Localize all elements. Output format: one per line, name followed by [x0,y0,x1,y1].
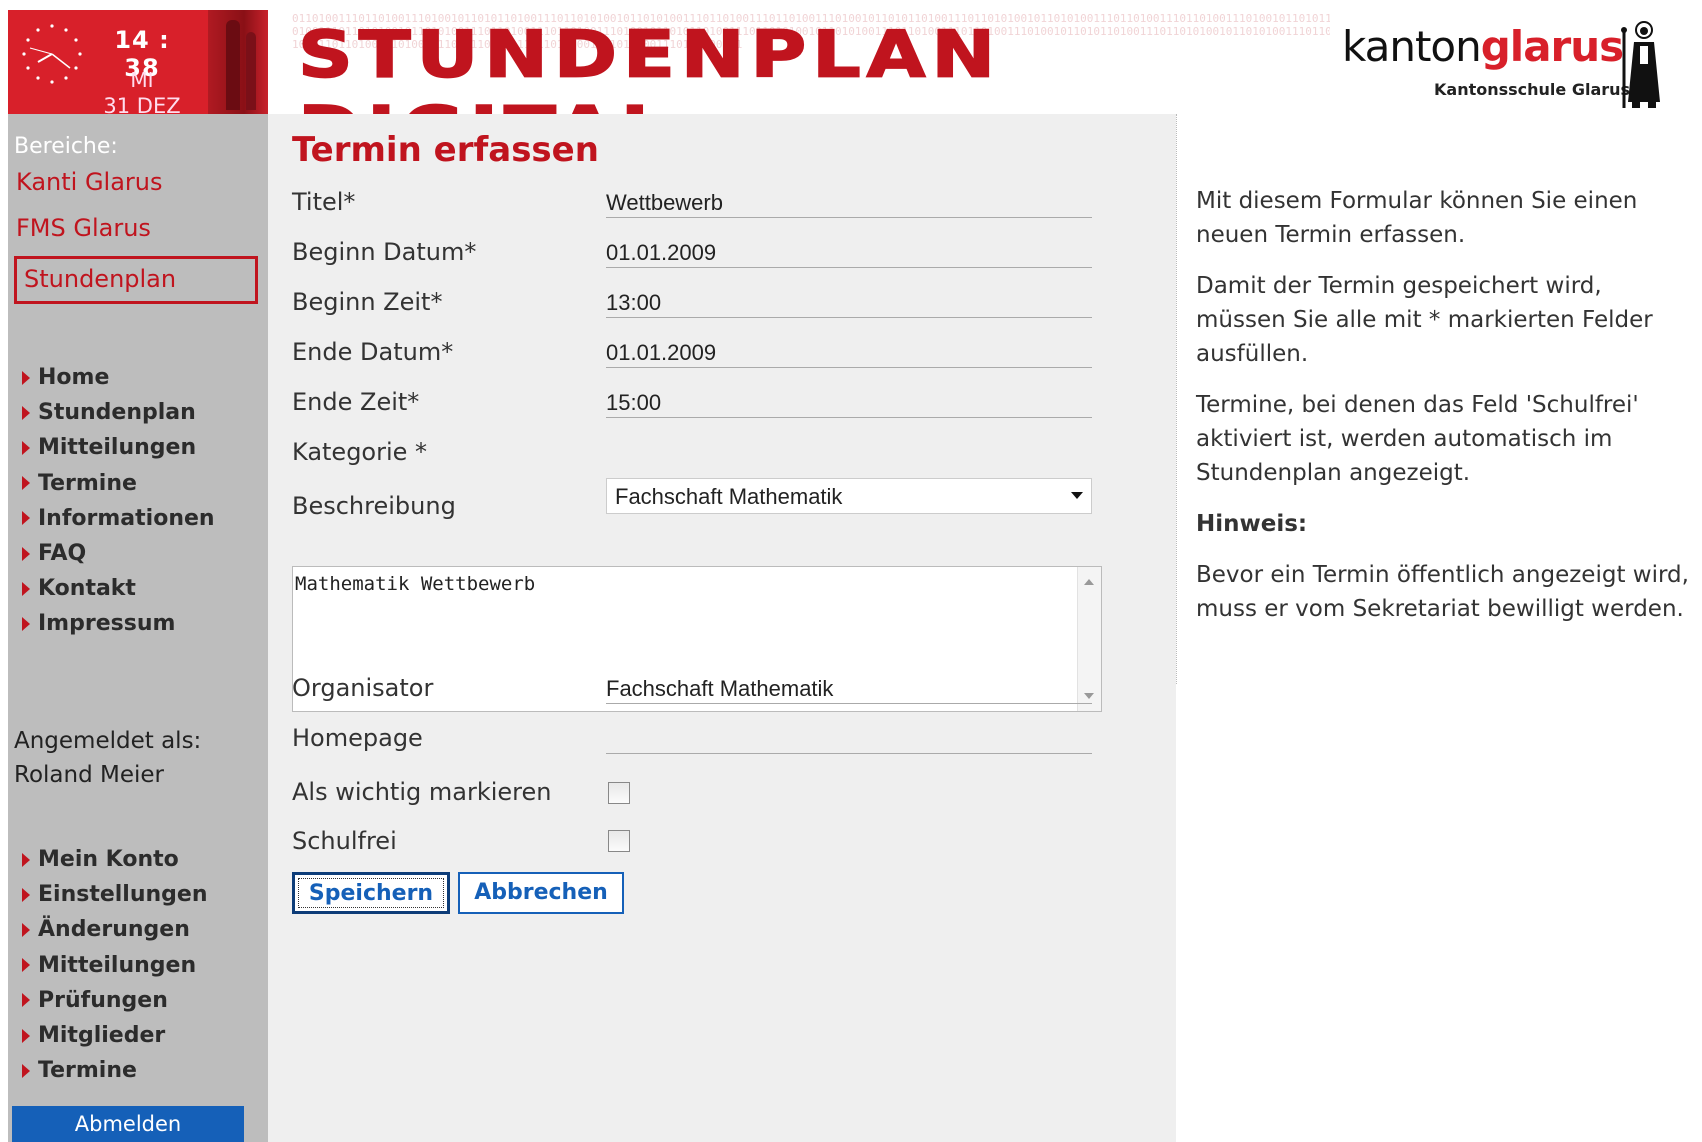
clock-day: MI [130,68,154,92]
nav-item-einstellungen[interactable]: Einstellungen [22,877,208,912]
kategorie-select[interactable]: Fachschaft Mathematik [606,478,1092,514]
user-name: Roland Meier [14,762,164,788]
nav-item-aenderungen[interactable]: Änderungen [22,912,208,947]
nav-item-faq[interactable]: FAQ [22,536,215,571]
ende-zeit-label: Ende Zeit* [292,388,420,416]
nav-item-kontakt[interactable]: Kontakt [22,571,215,606]
nav-item-pruefungen[interactable]: Prüfungen [22,983,208,1018]
main-nav: Home Stundenplan Mitteilungen Termine In… [22,360,215,642]
organisator-label: Organisator [292,674,434,702]
arrow-right-icon [22,581,30,596]
header: 14 : 38 MI 31 DEZ 0110100111011010011101… [0,0,1702,114]
arrow-right-icon [22,922,30,937]
help-paragraph-approval: Bevor ein Termin öffentlich angezeigt wi… [1196,562,1689,622]
homepage-label: Homepage [292,724,423,752]
organisator-field[interactable]: Fachschaft Mathematik [606,670,1092,704]
arrow-right-icon [22,958,30,973]
chevron-down-icon[interactable] [1071,492,1083,499]
main-content: Termin erfassen Titel* Wettbewerb Beginn… [268,114,1176,1142]
page-title: Termin erfassen [292,130,599,170]
kategorie-label: Kategorie * [292,438,428,466]
cancel-button[interactable]: Abbrechen [458,872,624,914]
save-button-label: Speichern [298,878,444,908]
area-link-fms-glarus[interactable]: FMS Glarus [16,214,151,242]
arrow-right-icon [22,440,30,455]
nav-item-impressum[interactable]: Impressum [22,606,215,641]
brand-logo: kantonglarus Kantonsschule Glarus [1334,10,1702,114]
logout-button[interactable]: Abmelden [12,1106,244,1142]
nav-item-mitteilungen[interactable]: Mitteilungen [22,430,215,465]
church-photo [208,10,268,114]
save-button[interactable]: Speichern [292,872,450,914]
banner: 0110100111011010011101001011010110100111… [268,10,1330,114]
user-nav: Mein Konto Einstellungen Änderungen Mitt… [22,842,208,1088]
clock-date: 31 DEZ [103,94,181,114]
nav-item-mitglieder[interactable]: Mitglieder [22,1018,208,1053]
nav-item-mein-konto[interactable]: Mein Konto [22,842,208,877]
homepage-field[interactable] [606,720,1092,754]
help-text: Mit diesem Formular können Sie einen neu… [1196,184,1696,643]
arrow-right-icon [22,993,30,1008]
sidebar: Bereiche: Kanti Glarus FMS Glarus Stunde… [8,114,268,1142]
ende-datum-label: Ende Datum* [292,338,454,366]
arrow-right-icon [22,405,30,420]
help-paragraph-schulfrei: Termine, bei denen das Feld 'Schulfrei' … [1196,392,1639,486]
ende-datum-field[interactable]: 01.01.2009 [606,334,1092,368]
arrow-right-icon [22,370,30,385]
help-hint-heading: Hinweis: [1196,511,1308,537]
arrow-right-icon [22,616,30,631]
nav-item-user-termine[interactable]: Termine [22,1053,208,1088]
titel-field[interactable]: Wettbewerb [606,184,1092,218]
nav-item-home[interactable]: Home [22,360,215,395]
ende-zeit-field[interactable]: 15:00 [606,384,1092,418]
brand-subtitle: Kantonsschule Glarus [1434,80,1631,99]
help-divider [1176,114,1177,684]
arrow-right-icon [22,546,30,561]
beginn-zeit-label: Beginn Zeit* [292,288,443,316]
beginn-datum-label: Beginn Datum* [292,238,477,266]
arrow-right-icon [22,511,30,526]
fridolin-crest-icon [1621,21,1660,108]
beschreibung-text: Mathematik Wettbewerb [295,573,536,595]
wichtig-label: Als wichtig markieren [292,778,552,806]
area-link-kanti-glarus[interactable]: Kanti Glarus [16,168,163,196]
schulfrei-label: Schulfrei [292,827,397,855]
brand-wordmark: kantonglarus [1342,22,1624,71]
scroll-up-icon[interactable] [1084,579,1094,585]
area-link-stundenplan-active[interactable]: Stundenplan [14,256,258,304]
wichtig-checkbox[interactable] [608,782,630,804]
help-paragraph-required: Damit der Termin gespeichert wird, müsse… [1196,273,1653,367]
areas-label: Bereiche: [14,134,118,159]
arrow-right-icon [22,852,30,867]
help-paragraph-intro: Mit diesem Formular können Sie einen neu… [1196,188,1638,248]
arrow-right-icon [22,887,30,902]
nav-item-stundenplan[interactable]: Stundenplan [22,395,215,430]
beginn-datum-field[interactable]: 01.01.2009 [606,234,1092,268]
arrow-right-icon [22,1063,30,1078]
logged-in-info: Angemeldet als: Roland Meier [14,724,201,792]
titel-label: Titel* [292,188,356,216]
nav-item-user-mitteilungen[interactable]: Mitteilungen [22,948,208,983]
beginn-zeit-field[interactable]: 13:00 [606,284,1092,318]
clock-icon [22,24,82,84]
arrow-right-icon [22,476,30,491]
kategorie-selected-value: Fachschaft Mathematik [615,484,843,509]
help-panel: Mit diesem Formular können Sie einen neu… [1176,114,1702,1142]
schulfrei-checkbox[interactable] [608,830,630,852]
logged-in-label: Angemeldet als: [14,728,202,754]
beschreibung-label: Beschreibung [292,492,456,520]
clock-widget: 14 : 38 MI 31 DEZ [8,10,268,114]
nav-item-informationen[interactable]: Informationen [22,501,215,536]
nav-item-termine[interactable]: Termine [22,466,215,501]
arrow-right-icon [22,1028,30,1043]
banner-title: STUNDENPLAN DIGITAL [297,15,1002,114]
